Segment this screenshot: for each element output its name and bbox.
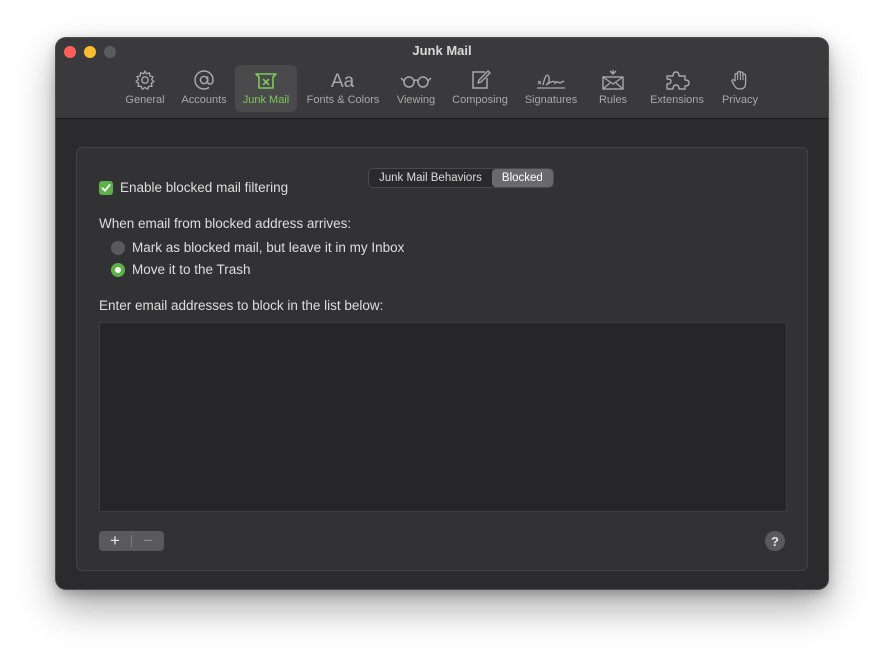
at-icon [194,70,214,90]
enable-filtering-row[interactable]: Enable blocked mail filtering [99,180,288,195]
tab-rules[interactable]: Rules [593,65,633,112]
title-bar: Junk Mail General Accounts Junk Mail Aa … [56,38,828,119]
add-remove-control: + − [99,531,164,551]
option-move-trash[interactable]: Move it to the Trash [111,262,251,277]
tab-accounts-label: Accounts [181,94,227,106]
tab-signatures-label: Signatures [524,94,578,106]
tab-junk-mail[interactable]: Junk Mail [235,65,297,112]
mark-blocked-label: Mark as blocked mail, but leave it in my… [132,240,405,255]
tab-fonts-colors-label: Fonts & Colors [306,94,380,106]
junk-mail-segmented-control: Junk Mail Behaviors Blocked [368,168,554,188]
tab-junk-mail-behaviors[interactable]: Junk Mail Behaviors [369,169,492,187]
compose-icon [472,70,491,89]
tab-fonts-colors[interactable]: Aa Fonts & Colors [302,65,384,112]
enable-filtering-label: Enable blocked mail filtering [120,180,289,195]
option-mark-blocked[interactable]: Mark as blocked mail, but leave it in my… [111,240,404,255]
tab-rules-label: Rules [598,94,628,106]
tab-accounts[interactable]: Accounts [177,65,231,112]
help-button[interactable]: ? [765,531,785,551]
preferences-content: Junk Mail Behaviors Blocked Enable block… [56,119,828,589]
list-label-row: Enter email addresses to block in the li… [99,298,383,313]
junk-tray-icon [255,73,277,89]
tab-extensions[interactable]: Extensions [646,65,708,112]
remove-address-button[interactable]: − [132,531,164,551]
enable-filtering-checkbox[interactable] [99,180,113,195]
move-trash-radio[interactable] [111,262,125,277]
puzzle-icon [666,71,690,90]
tab-composing-label: Composing [452,94,508,106]
tab-junk-mail-label: Junk Mail [242,94,290,106]
signature-icon [537,74,565,89]
arrives-label-row: When email from blocked address arrives: [99,216,351,231]
block-list-label: Enter email addresses to block in the li… [99,298,384,313]
preferences-window: Junk Mail General Accounts Junk Mail Aa … [56,38,828,589]
svg-text:Aa: Aa [331,71,355,91]
tab-viewing-label: Viewing [396,94,436,106]
checkmark-icon [101,183,111,192]
move-trash-label: Move it to the Trash [132,262,251,277]
rules-envelope-icon [602,70,624,90]
blocked-addresses-list[interactable] [99,322,787,512]
window-title: Junk Mail [412,43,472,58]
mark-blocked-radio[interactable] [111,240,125,255]
tab-general[interactable]: General [120,65,170,112]
font-aa-icon: Aa [331,71,355,91]
tab-blocked[interactable]: Blocked [491,169,553,187]
tab-extensions-label: Extensions [650,94,704,106]
arrives-label: When email from blocked address arrives: [99,216,352,231]
hand-icon [731,70,747,90]
add-address-button[interactable]: + [99,531,131,551]
glasses-icon [400,76,432,88]
tab-privacy[interactable]: Privacy [716,65,764,112]
blocked-panel: Junk Mail Behaviors Blocked Enable block… [76,147,808,571]
tab-privacy-label: Privacy [721,94,759,106]
tab-composing[interactable]: Composing [448,65,512,112]
tab-viewing[interactable]: Viewing [391,65,441,112]
gear-icon [135,70,155,90]
tab-general-label: General [125,94,165,106]
preferences-toolbar: General Accounts Junk Mail Aa Fonts & Co… [56,65,828,115]
tab-signatures[interactable]: Signatures [520,65,582,112]
